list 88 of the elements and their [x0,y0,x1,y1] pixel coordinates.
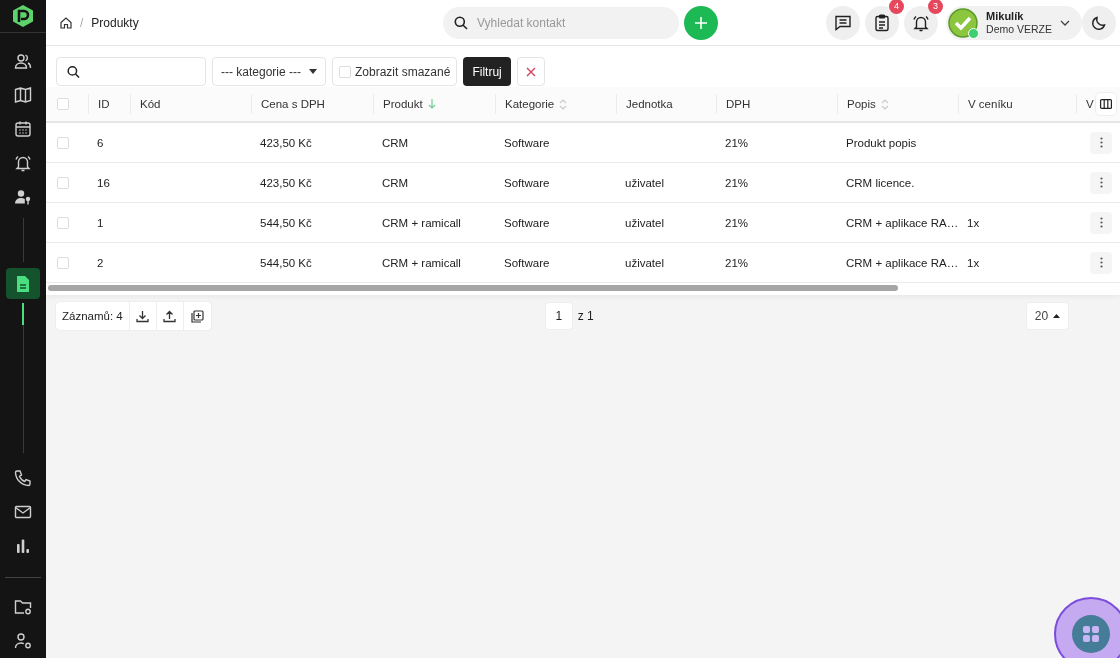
breadcrumb-item: Produkty [91,15,139,30]
home-icon[interactable] [60,16,72,29]
row-checkbox[interactable] [57,216,69,229]
table-cell: Software [504,216,550,229]
messages-button[interactable] [826,5,861,40]
table-cell: CRM + aplikace RA… [846,216,959,229]
column-header[interactable]: Kód [140,98,161,110]
chevron-down-icon [1060,19,1070,26]
column-header[interactable]: V ceníku [968,98,1013,110]
select-all-checkbox[interactable] [57,98,69,110]
table-cell: 21% [725,136,749,149]
table-cell: 1x [967,256,980,269]
contact-search-field[interactable]: Vyhledat kontakt [443,6,679,39]
chat-icon [834,13,853,32]
table-cell: 423,50 Kč [260,176,312,189]
filter-button[interactable]: Filtruj [463,57,511,86]
table-cell: CRM + ramicall [382,216,461,229]
moon-icon [1091,14,1107,31]
table-cell: 21% [725,256,749,269]
kebab-menu-icon [1099,177,1103,188]
column-header[interactable]: Cena s DPH [261,98,325,110]
table-cell: CRM licence. [846,176,915,189]
table-cell: Software [504,176,550,189]
table-cell: 1x [967,216,980,229]
table-cell: CRM + aplikace RA… [846,256,959,269]
table-cell: 544,50 Kč [260,256,312,269]
column-header[interactable]: DPH [726,98,751,110]
column-header[interactable]: V [1086,98,1094,110]
table-cell: uživatel [625,176,664,189]
column-header[interactable]: Popis [847,98,876,110]
table-cell: 544,50 Kč [260,216,312,229]
caret-down-icon [309,69,317,74]
table-cell: CRM [382,176,409,189]
kebab-menu-icon [1099,257,1103,268]
caret-up-icon [1053,314,1061,318]
columns-button[interactable] [1095,92,1117,116]
table-cell: 6 [97,136,104,149]
horizontal-scrollbar[interactable] [48,285,898,291]
columns-icon [1100,99,1112,109]
column-header[interactable]: Jednotka [626,98,673,110]
table-cell: Software [504,136,550,149]
user-subtitle: Demo VERZE [986,22,1052,36]
column-header[interactable]: ID [98,98,110,110]
kebab-menu-icon [1099,137,1103,148]
breadcrumb-separator: / [80,15,84,30]
user-menu[interactable]: Mikulík Demo VERZE [946,5,1082,40]
apps-button[interactable] [1054,597,1120,658]
table-cell: 21% [725,216,749,229]
show-deleted-checkbox[interactable]: Zobrazit smazané [332,57,458,86]
clipboard-button[interactable] [865,5,900,40]
upload-icon [163,309,177,323]
notifications-button[interactable] [904,5,939,40]
category-select[interactable]: --- kategorie --- [212,57,326,86]
table-cell: 2 [97,256,104,269]
table-cell: uživatel [625,256,664,269]
table-cell: 423,50 Kč [260,136,312,149]
kebab-menu-icon [1099,217,1103,228]
row-checkbox[interactable] [57,256,69,269]
dark-mode-button[interactable] [1082,5,1116,40]
grid-icon [1082,625,1100,643]
add-copy-icon [190,309,204,323]
table-cell: uživatel [625,216,664,229]
download-icon [136,309,150,323]
table-cell: 16 [97,176,110,189]
table-cell: 1 [97,216,104,229]
records-count: Záznamů: 4 [56,302,130,330]
column-header[interactable]: Kategorie [505,98,555,110]
table-cell: CRM + ramicall [382,256,461,269]
table-cell: 21% [725,176,749,189]
add-button[interactable] [684,5,718,40]
plus-icon [694,15,708,30]
close-icon [525,66,536,77]
table-cell: CRM [382,136,409,149]
table-cell: Produkt popis [846,136,917,149]
user-name: Mikulík [986,9,1025,23]
count-badge: 3 [928,0,944,14]
page-size-select[interactable]: 20 [1026,302,1069,330]
column-header[interactable]: Produkt [383,98,423,110]
page-number-field[interactable]: 1 [544,302,573,330]
page-total: z 1 [577,309,594,323]
document-icon[interactable] [6,268,40,299]
count-badge: 4 [889,0,905,14]
clipboard-icon [873,13,892,32]
row-checkbox[interactable] [57,136,69,149]
table-cell: Software [504,256,550,269]
filter-search-field[interactable] [56,57,206,86]
bell-icon [912,13,931,32]
row-checkbox[interactable] [57,176,69,189]
